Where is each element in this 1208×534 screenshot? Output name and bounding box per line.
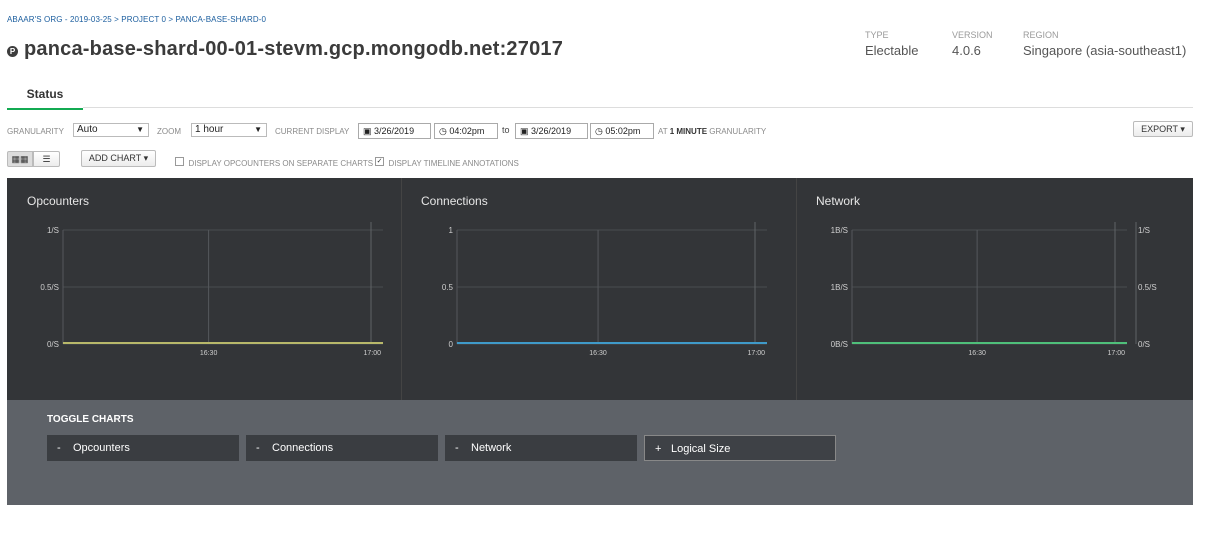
x-tick-label: 16:30 [968,350,986,357]
minus-icon: - [57,442,61,454]
x-tick-label: 17:00 [363,350,381,357]
end-time-field[interactable]: ◷ 05:02pm [590,123,654,139]
y-tick-label: 0/S [47,340,59,349]
y-tick-label: 1B/S [831,283,848,292]
toggle-charts-title: TOGGLE CHARTS [47,414,134,425]
start-time-field[interactable]: ◷ 04:02pm [434,123,498,139]
title-row: P panca-base-shard-00-01-stevm.gcp.mongo… [7,38,563,61]
meta-version: VERSION 4.0.6 [952,30,993,58]
y2-tick-label: 0.5/S [1138,283,1157,292]
y-tick-label: 1/S [47,226,59,235]
granularity-suffix: GRANULARITY [709,127,767,136]
zoom-value: 1 hour [195,124,224,135]
calendar-icon: ▣ [363,126,372,136]
type-label: TYPE [865,30,889,40]
granularity-label: GRANULARITY [7,127,64,136]
minus-icon: - [256,442,260,454]
meta-region: REGION Singapore (asia-southeast1) [1023,30,1186,58]
region-value: Singapore (asia-southeast1) [1023,43,1187,58]
charts-area: Opcounters Connections Network 1/S 0.5/S 0… [7,178,1193,400]
type-value: Electable [865,43,919,58]
y-tick-label: 0 [449,340,454,349]
toggle-logical-size-button[interactable]: + Logical Size [644,435,836,461]
granularity-note: AT 1 MINUTE GRANULARITY [658,127,766,136]
end-date-field[interactable]: ▣ 3/26/2019 [515,123,588,139]
export-label: EXPORT [1141,124,1178,134]
timeline-annotations-option[interactable]: ✓ DISPLAY TIMELINE ANNOTATIONS [375,153,519,171]
y-tick-label: 0B/S [831,340,848,349]
tab-status[interactable]: Status [7,84,83,110]
x-tick-label: 17:00 [747,350,765,357]
calendar-icon: ▣ [520,126,529,136]
at-label: AT [658,127,668,136]
timeline-checkbox[interactable]: ✓ [375,157,384,167]
region-label: REGION [1023,30,1059,40]
add-chart-label: ADD CHART [88,153,142,163]
end-date-value: 3/26/2019 [531,126,572,136]
y-tick-label: 0.5/S [40,283,59,292]
meta-type: TYPE Electable [865,30,918,58]
grid-icon: ▦▦ [11,154,29,164]
list-icon: ☰ [42,154,51,164]
start-time-value: 04:02pm [449,126,485,136]
chevron-down-icon: ▼ [254,125,262,134]
version-label: VERSION [952,30,993,40]
caret-down-icon: ▾ [1180,124,1185,134]
y2-tick-label: 0/S [1138,340,1150,349]
zoom-select[interactable]: 1 hour ▼ [191,123,267,137]
granularity-select[interactable]: Auto ▼ [73,123,149,137]
plus-icon: + [655,443,662,455]
grid-view-button[interactable]: ▦▦ [7,151,33,167]
breadcrumb[interactable]: ABAAR'S ORG - 2019-03-25 > PROJECT 0 > P… [7,15,266,24]
primary-icon: P [7,46,18,57]
x-tick-label: 16:30 [200,350,218,357]
toggle-network-label: Network [471,442,512,454]
tab-divider [83,107,1193,108]
end-time-value: 05:02pm [605,126,641,136]
clock-icon: ◷ [595,126,603,136]
export-button[interactable]: EXPORT ▾ [1133,121,1193,137]
list-view-button[interactable]: ☰ [33,151,60,167]
zoom-label: ZOOM [157,127,181,136]
toggle-opcounters-button[interactable]: - Opcounters [47,435,239,461]
page-title: panca-base-shard-00-01-stevm.gcp.mongodb… [24,38,564,60]
clock-icon: ◷ [439,126,447,136]
caret-down-icon: ▾ [143,153,149,163]
y2-tick-label: 1/S [1138,226,1150,235]
tab-status-label: Status [26,87,64,101]
toggle-logical-size-label: Logical Size [671,443,731,455]
minus-icon: - [455,442,459,454]
separate-charts-label: DISPLAY OPCOUNTERS ON SEPARATE CHARTS [188,159,374,168]
separate-charts-checkbox[interactable] [175,157,184,167]
y-tick-label: 1B/S [831,226,848,235]
add-chart-button[interactable]: ADD CHART ▾ [81,150,156,167]
toggle-opcounters-label: Opcounters [73,442,130,454]
x-tick-label: 16:30 [589,350,607,357]
start-date-value: 3/26/2019 [374,126,415,136]
to-label: to [502,125,510,135]
granularity-value: Auto [77,124,98,135]
toggle-connections-label: Connections [272,442,334,454]
toggle-network-button[interactable]: - Network [445,435,637,461]
current-display-label: CURRENT DISPLAY [275,127,350,136]
version-value: 4.0.6 [952,43,981,58]
start-date-field[interactable]: ▣ 3/26/2019 [358,123,431,139]
chevron-down-icon: ▼ [136,125,144,134]
timeline-label: DISPLAY TIMELINE ANNOTATIONS [388,159,519,168]
x-tick-label: 17:00 [1107,350,1125,357]
toggle-connections-button[interactable]: - Connections [246,435,438,461]
y-tick-label: 1 [449,226,454,235]
granularity-value-text: 1 MINUTE [669,127,708,136]
y-tick-label: 0.5 [442,283,454,292]
toggle-charts-panel: TOGGLE CHARTS - Opcounters - Connections -… [7,400,1193,505]
separate-charts-option[interactable]: DISPLAY OPCOUNTERS ON SEPARATE CHARTS [175,153,373,171]
charts-svg: 1/S 0.5/S 0/S 16:30 17:00 1 0.5 0 16:30 17:00 1B/S… [40,222,1157,357]
